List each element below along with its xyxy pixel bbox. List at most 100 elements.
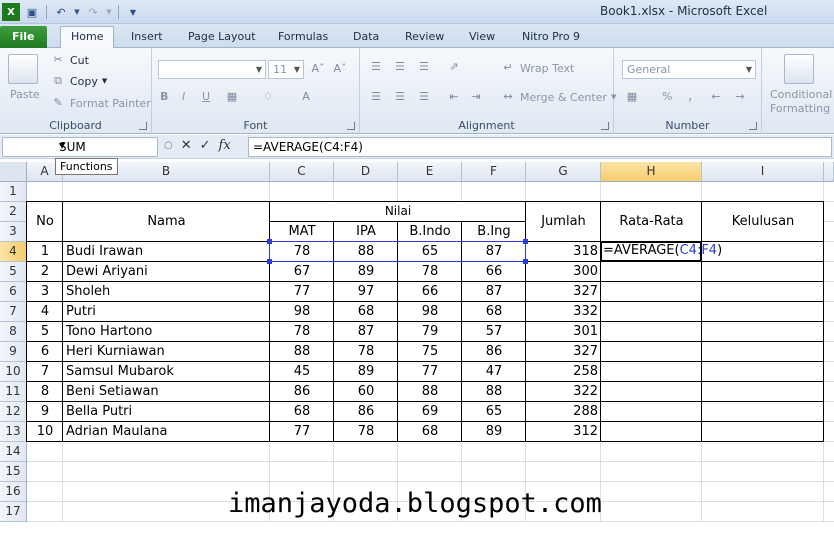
tab-formulas[interactable]: Formulas	[268, 27, 338, 48]
cut-button[interactable]: ✂ Cut	[50, 53, 89, 67]
cell-mat[interactable]: 78	[270, 322, 334, 342]
merge-center-button[interactable]: ↔ Merge & Center ▼	[500, 90, 616, 104]
conditional-formatting-icon[interactable]	[784, 54, 814, 84]
cell-mat[interactable]: 98	[270, 302, 334, 322]
cell-mat[interactable]: 45	[270, 362, 334, 382]
cell-ipa[interactable]: 68	[334, 302, 398, 322]
underline-button[interactable]: U	[202, 90, 210, 103]
cell-no[interactable]: 1	[27, 242, 63, 262]
range-handle[interactable]	[523, 259, 528, 264]
tab-page-layout[interactable]: Page Layout	[178, 27, 266, 48]
cell-ipa[interactable]: 78	[334, 422, 398, 442]
fill-color-button[interactable]: ♢	[260, 90, 276, 104]
row-header-15[interactable]: 15	[0, 462, 27, 482]
cell-bing[interactable]: 65	[462, 402, 526, 422]
cell-bindo[interactable]: 79	[398, 322, 462, 342]
header-bindo[interactable]: B.Indo	[398, 222, 462, 242]
column-header-i[interactable]: I	[702, 162, 824, 182]
copy-button[interactable]: ⧉ Copy ▼	[50, 74, 107, 88]
percent-button[interactable]: %	[662, 90, 672, 103]
cell-ipa[interactable]: 60	[334, 382, 398, 402]
row-header-16[interactable]: 16	[0, 482, 27, 502]
increase-indent-button[interactable]: ⇥	[468, 90, 484, 104]
align-middle-button[interactable]: ☰	[392, 60, 408, 74]
cell-bing[interactable]: 88	[462, 382, 526, 402]
cell-nama[interactable]: Putri	[63, 302, 270, 322]
decrease-decimal-button[interactable]: →	[732, 90, 748, 104]
increase-decimal-button[interactable]: ←	[708, 90, 724, 104]
shrink-font-button[interactable]: Aˇ	[332, 62, 348, 76]
save-icon[interactable]: ▣	[23, 3, 41, 21]
row-header-10[interactable]: 10	[0, 362, 27, 382]
chevron-down-icon[interactable]: ▼	[59, 141, 154, 150]
cell-mat[interactable]: 68	[270, 402, 334, 422]
dialog-launcher-icon[interactable]	[749, 122, 757, 130]
cell-nama[interactable]: Tono Hartono	[63, 322, 270, 342]
align-right-button[interactable]: ☰	[416, 90, 432, 104]
conditional-formatting-button[interactable]: Conditional	[770, 88, 832, 101]
header-kelulusan[interactable]: Kelulusan	[702, 212, 824, 232]
select-all-corner[interactable]	[0, 162, 27, 182]
cell-no[interactable]: 3	[27, 282, 63, 302]
cell-nama[interactable]: Adrian Maulana	[63, 422, 270, 442]
cell-mat[interactable]: 77	[270, 422, 334, 442]
cell-nama[interactable]: Bella Putri	[63, 402, 270, 422]
cell-jumlah[interactable]: 327	[526, 282, 601, 302]
cell-no[interactable]: 4	[27, 302, 63, 322]
cancel-button[interactable]: ✕	[181, 138, 192, 153]
row-header-11[interactable]: 11	[0, 382, 27, 402]
redo-dropdown-icon[interactable]: ▼	[105, 3, 113, 21]
orientation-button[interactable]: ⇗	[446, 60, 462, 74]
cell-no[interactable]: 2	[27, 262, 63, 282]
borders-button[interactable]: ▦	[224, 90, 240, 104]
cell-jumlah[interactable]: 258	[526, 362, 601, 382]
insert-function-button[interactable]: fx	[219, 138, 231, 153]
cell-bing[interactable]: 86	[462, 342, 526, 362]
column-header-g[interactable]: G	[526, 162, 601, 182]
range-handle[interactable]	[523, 239, 528, 244]
cell-no[interactable]: 9	[27, 402, 63, 422]
cell-no[interactable]: 8	[27, 382, 63, 402]
range-handle[interactable]	[267, 239, 272, 244]
expand-icon[interactable]: ○	[164, 140, 173, 151]
number-format-combo[interactable]: General ▼	[622, 60, 756, 79]
column-header-h[interactable]: H	[601, 162, 702, 182]
cell-mat[interactable]: 86	[270, 382, 334, 402]
cell-bindo[interactable]: 88	[398, 382, 462, 402]
cell-mat[interactable]: 67	[270, 262, 334, 282]
row-header-6[interactable]: 6	[0, 282, 27, 302]
header-no[interactable]: No	[27, 212, 63, 232]
cell-no[interactable]: 7	[27, 362, 63, 382]
cell-mat[interactable]: 77	[270, 282, 334, 302]
tab-file[interactable]: File	[0, 26, 47, 48]
cell-nama[interactable]: Beni Setiawan	[63, 382, 270, 402]
dialog-launcher-icon[interactable]	[347, 122, 355, 130]
align-left-button[interactable]: ☰	[368, 90, 384, 104]
font-name-combo[interactable]: ▼	[158, 60, 266, 79]
cell-nama[interactable]: Heri Kurniawan	[63, 342, 270, 362]
row-header-12[interactable]: 12	[0, 402, 27, 422]
row-header-13[interactable]: 13	[0, 422, 27, 442]
column-header-d[interactable]: D	[334, 162, 398, 182]
header-bing[interactable]: B.Ing	[462, 222, 526, 242]
tab-data[interactable]: Data	[343, 27, 389, 48]
row-header-2[interactable]: 2	[0, 202, 27, 222]
tab-review[interactable]: Review	[395, 27, 454, 48]
font-size-combo[interactable]: 11 ▼	[268, 60, 304, 79]
cell-bindo[interactable]: 66	[398, 282, 462, 302]
row-header-3[interactable]: 3	[0, 222, 27, 242]
italic-button[interactable]: I	[182, 90, 185, 103]
column-header-e[interactable]: E	[398, 162, 462, 182]
dialog-launcher-icon[interactable]	[139, 122, 147, 130]
cell-jumlah[interactable]: 312	[526, 422, 601, 442]
enter-button[interactable]: ✓	[200, 138, 211, 153]
row-header-5[interactable]: 5	[0, 262, 27, 282]
header-jumlah[interactable]: Jumlah	[526, 212, 601, 232]
row-header-8[interactable]: 8	[0, 322, 27, 342]
cell-bing[interactable]: 57	[462, 322, 526, 342]
comma-button[interactable]: ,	[688, 88, 692, 104]
decrease-indent-button[interactable]: ⇤	[446, 90, 462, 104]
paste-icon[interactable]	[8, 54, 38, 84]
row-header-9[interactable]: 9	[0, 342, 27, 362]
cell-bindo[interactable]: 75	[398, 342, 462, 362]
